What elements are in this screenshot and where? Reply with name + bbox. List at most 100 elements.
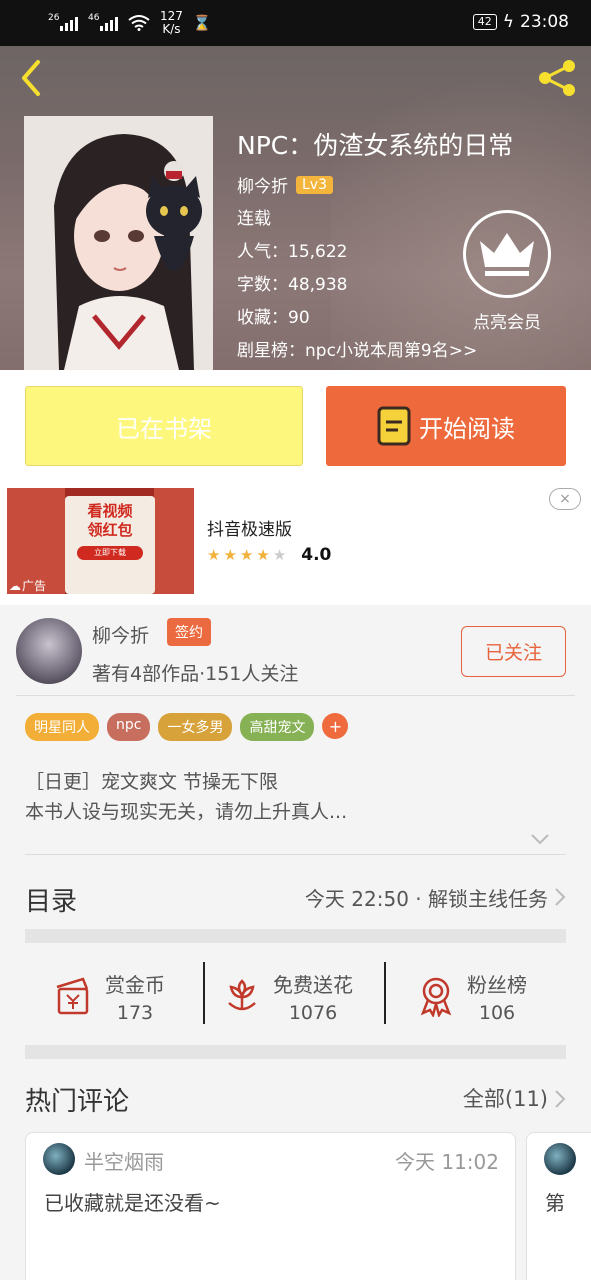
ad-image-text1: 看视频 bbox=[87, 502, 133, 520]
book-header: NPC：伪渣女系统的日常 柳今折 Lv3 连载 人气：15,622 字数：48,… bbox=[0, 46, 591, 370]
status-left: 26 46 127 K/s ⌛ bbox=[48, 10, 212, 36]
book-details: 柳今折 签约 著有4部作品·151人关注 已关注 明星同人 npc 一女多男 高… bbox=[0, 605, 591, 1280]
medal-icon bbox=[420, 977, 452, 1017]
comment-text: 第 bbox=[545, 1191, 565, 1215]
commenter-avatar[interactable] bbox=[43, 1143, 75, 1175]
sim2-label: 46 bbox=[88, 13, 100, 23]
start-reading-button[interactable]: 开始阅读 bbox=[326, 386, 566, 466]
table-of-contents-row[interactable]: 目录 今天 22:50 · 解锁主线任务 bbox=[25, 873, 566, 931]
free-flower-button[interactable]: 免费送花 1076 bbox=[221, 950, 353, 1042]
ad-image-cta: 立即下载 bbox=[77, 546, 143, 560]
commenter-name: 半空烟雨 bbox=[84, 1150, 164, 1174]
vip-button[interactable] bbox=[463, 210, 551, 298]
reward-coin-icon bbox=[56, 977, 89, 1015]
rank-link[interactable]: 剧星榜：npc小说本周第9名>> bbox=[237, 336, 477, 361]
back-icon[interactable] bbox=[16, 58, 50, 98]
all-comments-link[interactable]: 全部(11) bbox=[463, 1083, 548, 1113]
star-empty-icon: ★ bbox=[272, 546, 287, 564]
charging-icon: ϟ bbox=[502, 12, 514, 32]
battery-icon: 42 bbox=[472, 14, 497, 30]
description-line2: 本书人设与现实无关，请勿上升真人... bbox=[25, 801, 348, 823]
vip-label[interactable]: 点亮会员 bbox=[452, 308, 562, 333]
ad-image-text2: 领红包 bbox=[87, 521, 133, 539]
ad-app-name: 抖音极速版 bbox=[207, 520, 292, 540]
ad-image[interactable]: 看视频 领红包 立即下载 ☁ 广告 bbox=[7, 488, 194, 594]
reward-coin-label: 赏金币 bbox=[105, 972, 165, 997]
ad-cloud-icon: ☁ bbox=[9, 578, 21, 593]
reward-coin-count: 173 bbox=[116, 1001, 154, 1024]
comment-card[interactable]: 第 bbox=[526, 1132, 591, 1280]
favorites-count: 收藏：90 bbox=[237, 308, 310, 328]
free-flower-label: 免费送花 bbox=[273, 972, 353, 997]
status-right: 42 ϟ 23:08 bbox=[472, 12, 569, 32]
free-flower-count: 1076 bbox=[288, 1001, 338, 1024]
comment-time: 今天 11:02 bbox=[395, 1150, 499, 1174]
divider bbox=[25, 854, 566, 855]
book-cover[interactable] bbox=[24, 116, 213, 370]
star-icon: ★ bbox=[239, 546, 254, 564]
star-icon: ★ bbox=[207, 546, 221, 564]
commenter-avatar[interactable] bbox=[544, 1143, 576, 1175]
speed-unit: K/s bbox=[162, 22, 181, 36]
divider bbox=[16, 695, 575, 696]
action-bar: 已在书架 开始阅读 bbox=[0, 370, 591, 480]
comment-card[interactable]: 半空烟雨 今天 11:02 已收藏就是还没看~ bbox=[25, 1132, 516, 1280]
star-icon: ★ bbox=[256, 546, 270, 564]
author-card-name[interactable]: 柳今折 bbox=[92, 621, 149, 648]
divider bbox=[203, 962, 205, 1024]
signal-sim2-icon: 46 bbox=[88, 13, 118, 31]
in-bookshelf-button[interactable]: 已在书架 bbox=[25, 386, 303, 466]
expand-chevron-icon[interactable] bbox=[530, 833, 550, 845]
comment-text: 已收藏就是还没看~ bbox=[44, 1191, 221, 1215]
author-avatar[interactable] bbox=[16, 618, 82, 684]
flower-icon bbox=[228, 979, 256, 1011]
status-bar: 26 46 127 K/s ⌛ 42 ϟ 23:08 bbox=[0, 0, 591, 46]
fan-ranking-label: 粉丝榜 bbox=[467, 972, 527, 997]
book-title: NPC：伪渣女系统的日常 bbox=[237, 131, 514, 160]
ad-close-button[interactable]: × bbox=[549, 488, 581, 510]
book-description[interactable]: ［日更］宠文爽文 节操无下限 本书人设与现实无关，请勿上升真人... bbox=[25, 767, 347, 827]
chevron-right-icon[interactable] bbox=[554, 1089, 566, 1109]
book-icon bbox=[377, 406, 411, 446]
tag-mingxing[interactable]: 明星同人 bbox=[25, 713, 99, 741]
signed-badge: 签约 bbox=[167, 618, 211, 646]
word-count: 字数：48,938 bbox=[237, 275, 348, 295]
tag-yinv[interactable]: 一女多男 bbox=[158, 713, 233, 741]
wifi-icon bbox=[128, 15, 150, 31]
follow-button[interactable]: 已关注 bbox=[461, 626, 566, 677]
ad-banner[interactable]: 看视频 领红包 立即下载 ☁ 广告 × 抖音极速版 ★ ★ ★ ★ ★ 4.0 bbox=[0, 480, 591, 605]
reward-coin-button[interactable]: 赏金币 173 bbox=[53, 950, 165, 1042]
author-name[interactable]: 柳今折 bbox=[237, 172, 288, 197]
ad-label: ☁ 广告 bbox=[9, 577, 46, 594]
description-line1: ［日更］宠文爽文 节操无下限 bbox=[25, 771, 279, 793]
fan-ranking-button[interactable]: 粉丝榜 106 bbox=[415, 950, 527, 1042]
latest-chapter: 今天 22:50 · 解锁主线任务 bbox=[304, 887, 548, 911]
popularity: 人气：15,622 bbox=[237, 242, 348, 262]
section-separator bbox=[25, 1045, 566, 1059]
author-stats: 著有4部作品·151人关注 bbox=[92, 663, 299, 685]
hot-comments-header: 热门评论 全部(11) bbox=[25, 1075, 566, 1125]
hourglass-icon: ⌛ bbox=[192, 14, 212, 32]
network-speed: 127 K/s bbox=[160, 10, 183, 36]
interaction-row: 赏金币 173 免费送花 1076 粉丝榜 106 bbox=[25, 950, 566, 1042]
cover-illustration bbox=[24, 116, 213, 370]
share-icon[interactable] bbox=[535, 58, 579, 98]
ad-rating-stars: ★ ★ ★ ★ ★ 4.0 bbox=[207, 545, 331, 565]
toc-title: 目录 bbox=[25, 887, 78, 917]
hot-comments-title: 热门评论 bbox=[25, 1087, 130, 1117]
fan-ranking-count: 106 bbox=[478, 1001, 516, 1024]
divider bbox=[384, 962, 386, 1024]
tag-list: 明星同人 npc 一女多男 高甜宠文 + bbox=[25, 713, 349, 741]
author-line: 柳今折 Lv3 bbox=[237, 172, 333, 197]
ad-rating-value: 4.0 bbox=[301, 545, 332, 565]
ad-badge-text: 广告 bbox=[22, 579, 47, 593]
clock: 23:08 bbox=[520, 12, 569, 32]
tag-npc[interactable]: npc bbox=[107, 713, 151, 741]
chevron-right-icon bbox=[555, 888, 566, 906]
crown-icon bbox=[480, 233, 534, 276]
serial-status: 连载 bbox=[237, 209, 271, 229]
tag-gaotian[interactable]: 高甜宠文 bbox=[240, 713, 315, 741]
add-tag-button[interactable]: + bbox=[322, 713, 349, 739]
signal-sim1-icon: 26 bbox=[48, 13, 78, 31]
sim1-label: 26 bbox=[48, 13, 60, 23]
